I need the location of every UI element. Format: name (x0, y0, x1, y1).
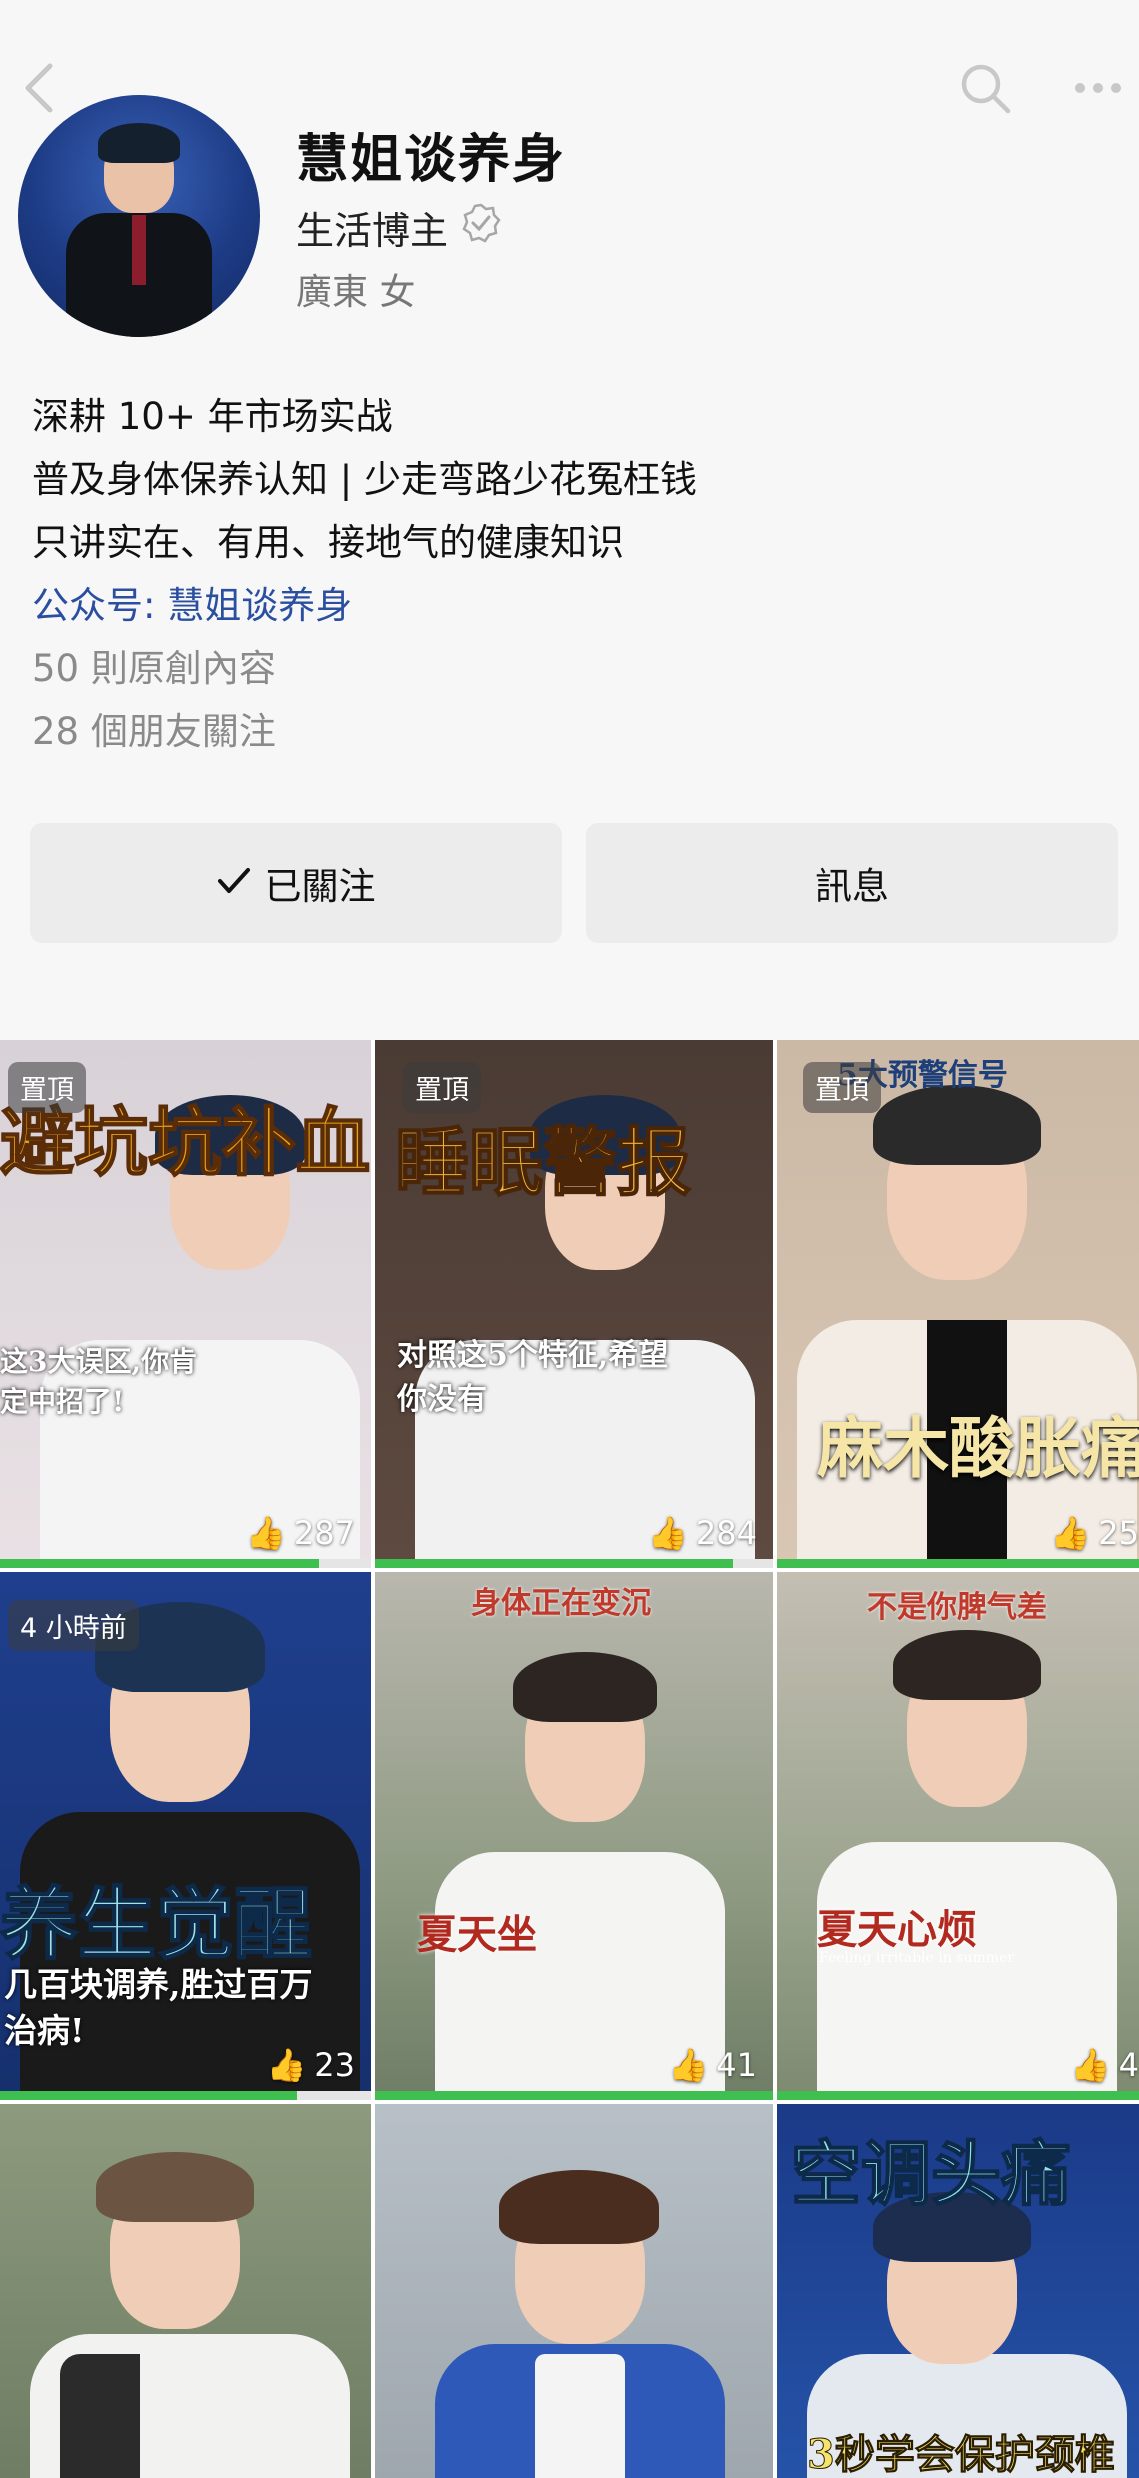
role-label: 生活博主 (296, 209, 449, 253)
video-caption-title: 空调头痛 (790, 2131, 1072, 2216)
pinned-badge: 置頂 (403, 1062, 481, 1113)
progress-fill (0, 1559, 320, 1568)
like-count: 👍 4 (1070, 2046, 1139, 2084)
profile-role: 生活博主 (296, 200, 502, 255)
checkmark-icon (217, 862, 251, 905)
like-count: 👍 41 (668, 2046, 757, 2084)
pinned-badge: 置頂 (8, 1062, 86, 1113)
watch-progress (777, 1559, 1139, 1568)
thumbs-up-icon: 👍 (246, 1514, 286, 1552)
following-label: 已關注 (264, 865, 376, 908)
time-badge: 4 小時前 (8, 1600, 139, 1651)
video-thumbnail[interactable]: 睡眠警报 对照这5个特征,希望你没有 置頂 👍 284 (375, 1040, 773, 1568)
profile-name: 慧姐谈养身 (296, 130, 567, 190)
video-caption-title: 养生觉醒 (0, 1878, 313, 1971)
video-thumbnail[interactable] (0, 2104, 371, 2478)
video-caption-title: 夏天坐 (417, 1911, 537, 1958)
watch-progress (375, 1559, 773, 1568)
video-caption-subtitle: Feeling irritable in summer (819, 1950, 1015, 1966)
thumbs-up-icon: 👍 (1050, 1514, 1091, 1552)
post-count[interactable]: 50 則原創內容 (32, 637, 1112, 700)
progress-fill (0, 2091, 297, 2100)
bio-line: 普及身体保养认知 | 少走弯路少花冤枉钱 (32, 458, 697, 501)
video-thumbnail[interactable]: 5大预警信号 麻木酸胀痛痒 置頂 👍25 (777, 1040, 1139, 1568)
like-count: 👍 25 (1050, 1514, 1139, 1552)
watch-progress (0, 2091, 371, 2100)
message-button[interactable]: 訊息 (586, 823, 1118, 943)
bio-line: 只讲实在、有用、接地气的健康知识 (32, 521, 624, 564)
progress-fill (375, 2091, 773, 2100)
progress-fill (777, 1559, 1139, 1568)
like-count: 👍 284 (648, 1514, 757, 1552)
video-thumbnail[interactable]: 养生觉醒 几百块调养,胜过百万治病! 4 小時前 👍 23 (0, 1572, 371, 2100)
progress-fill (777, 2091, 1139, 2100)
video-thumbnail[interactable]: 空调头痛 3秒学会保护颈椎 (777, 2104, 1139, 2478)
action-buttons: 已關注 訊息 (30, 823, 1119, 943)
watch-progress (0, 1559, 371, 1568)
like-count: 👍 287 (246, 1514, 355, 1552)
video-thumbnail[interactable]: 不是你脾气差 夏天心烦 Feeling irritable in summer … (777, 1572, 1139, 2100)
like-count: 👍 23 (266, 2046, 355, 2084)
video-caption-title: 麻木酸胀痛痒 (817, 1409, 1139, 1487)
progress-fill (375, 1559, 734, 1568)
thumbs-up-icon: 👍 (266, 2046, 307, 2084)
thumbs-up-icon: 👍 (1070, 2046, 1111, 2084)
video-thumbnail[interactable] (375, 2104, 773, 2478)
video-caption-top: 不是你脾气差 (867, 1590, 1047, 1625)
thumbs-up-icon: 👍 (668, 2046, 709, 2084)
profile-bio: 深耕 10+ 年市场实战 普及身体保养认知 | 少走弯路少花冤枉钱 只讲实在、有… (32, 385, 1112, 763)
avatar[interactable] (18, 95, 260, 337)
watch-progress (375, 2091, 773, 2100)
profile-location: 廣東 女 (296, 272, 416, 313)
video-thumbnail[interactable]: 身体正在变沉 夏天坐 👍 41 (375, 1572, 773, 2100)
message-label: 訊息 (815, 865, 889, 908)
verified-badge-icon (460, 202, 502, 253)
video-caption-subtitle: 几百块调养,胜过百万治病! (4, 1965, 313, 2050)
profile-header: 慧姐谈养身 生活博主 廣東 女 (18, 95, 1118, 345)
video-thumbnail[interactable]: 避坑坑补血 这3大误区,你肯定中招了! 置頂 👍 287 (0, 1040, 371, 1568)
official-account-link[interactable]: 公众号: 慧姐谈养身 (32, 574, 1112, 637)
bio-line: 深耕 10+ 年市场实战 (32, 395, 393, 438)
video-caption-top: 身体正在变沉 (471, 1586, 651, 1621)
thumbs-up-icon: 👍 (648, 1514, 688, 1552)
following-button[interactable]: 已關注 (30, 823, 562, 943)
video-caption-subtitle: 3秒学会保护颈椎 (807, 2431, 1116, 2478)
video-grid: 避坑坑补血 这3大误区,你肯定中招了! 置頂 👍 287 睡眠警报 对照这5个特征… (0, 1040, 1139, 2478)
video-caption-title: 睡眠警报 (394, 1119, 692, 1207)
video-caption-subtitle: 对照这5个特征,希望你没有 (397, 1338, 669, 1417)
video-caption-subtitle: 这3大误区,你肯定中招了! (0, 1345, 198, 1418)
watch-progress (777, 2091, 1139, 2100)
friends-following[interactable]: 28 個朋友關注 (32, 700, 1112, 763)
video-caption-title: 夏天心烦 (817, 1906, 977, 1953)
pinned-badge: 置頂 (803, 1062, 881, 1113)
